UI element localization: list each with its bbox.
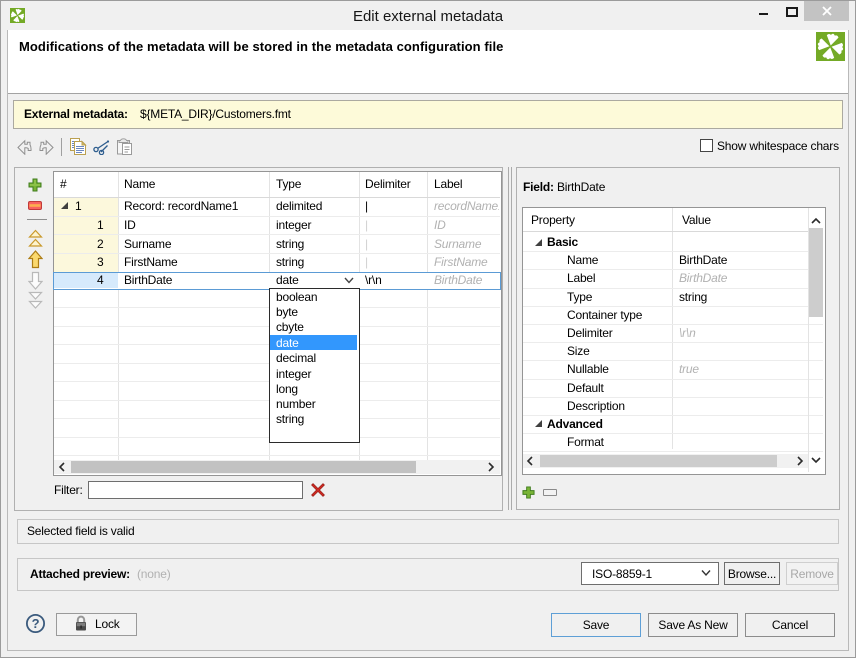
svg-text:?: ? [32,616,40,631]
